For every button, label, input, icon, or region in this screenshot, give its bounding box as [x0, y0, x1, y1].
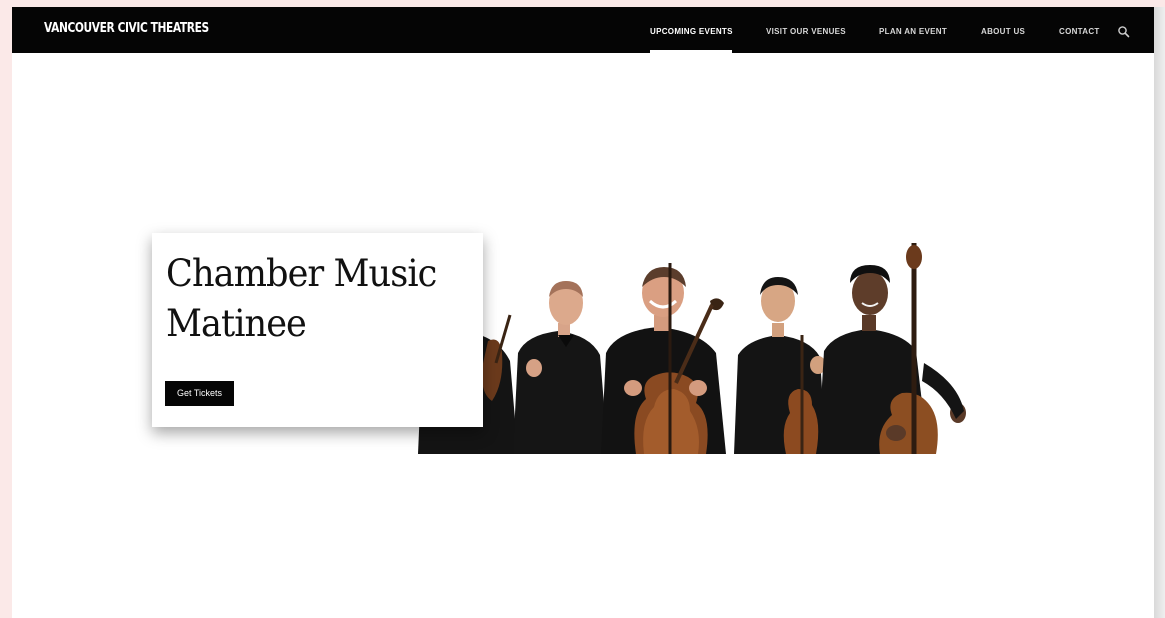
event-title: Chamber Music Matinee [166, 252, 437, 345]
site-logo[interactable]: VANCOUVER CIVIC THEATRES [44, 21, 209, 36]
chamber-ensemble-photo [418, 243, 970, 454]
nav-upcoming-events[interactable]: UPCOMING EVENTS [650, 27, 733, 36]
nav-about-us[interactable]: ABOUT US [981, 27, 1025, 36]
nav-contact[interactable]: CONTACT [1059, 27, 1100, 36]
browser-viewport: VANCOUVER CIVIC THEATRES UPCOMING EVENTS… [12, 7, 1154, 618]
active-nav-indicator [650, 50, 732, 53]
event-card: Chamber Music Matinee Get Tickets [152, 233, 483, 427]
get-tickets-button[interactable]: Get Tickets [165, 381, 234, 406]
nav-plan-an-event[interactable]: PLAN AN EVENT [879, 27, 947, 36]
browser-scrollbar-edge [1154, 7, 1165, 618]
nav-visit-our-venues[interactable]: VISIT OUR VENUES [766, 27, 846, 36]
top-navbar: VANCOUVER CIVIC THEATRES UPCOMING EVENTS… [12, 7, 1154, 53]
search-icon[interactable] [1117, 25, 1131, 39]
